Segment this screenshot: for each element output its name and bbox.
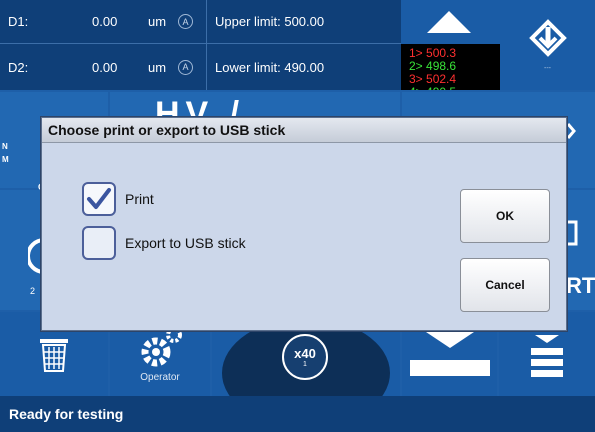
left-partial-text-1: N bbox=[2, 142, 8, 151]
upper-limit-text: Upper limit: 500.00 bbox=[215, 14, 325, 29]
stack-menu-icon bbox=[531, 335, 563, 377]
checkmark-icon bbox=[87, 188, 111, 209]
d1-value: 0.00 bbox=[92, 14, 118, 29]
move-button[interactable]: --- bbox=[500, 0, 595, 90]
start-partial-text: RT bbox=[566, 273, 595, 298]
start-partial-icon bbox=[566, 220, 578, 246]
d1-readout: D1: 0.00 um A bbox=[0, 0, 207, 44]
magnification-value: x40 bbox=[294, 346, 316, 361]
d1-unit: um bbox=[148, 14, 167, 29]
move-icon bbox=[528, 18, 567, 57]
d2-unit: um bbox=[148, 59, 167, 75]
print-export-dialog: Choose print or export to USB stick Prin… bbox=[41, 117, 567, 331]
chevron-right-icon bbox=[566, 123, 576, 139]
gears-icon bbox=[141, 326, 182, 366]
print-option[interactable]: Print bbox=[82, 182, 154, 216]
down-arrow-icon bbox=[425, 332, 474, 348]
export-usb-checkbox[interactable] bbox=[82, 226, 116, 260]
ok-button[interactable]: OK bbox=[460, 189, 550, 243]
d2-readout: D2: 0.00 um A bbox=[0, 44, 207, 90]
application-window: D1: 0.00 um A D2: 0.00 um A Upper limit:… bbox=[0, 0, 595, 432]
result-entry: 4> 490.5 bbox=[409, 86, 500, 91]
objective-selector[interactable]: x40 1 bbox=[282, 334, 328, 380]
d2-label: D2: bbox=[8, 59, 29, 75]
dialog-title: Choose print or export to USB stick bbox=[42, 118, 566, 143]
print-checkbox[interactable] bbox=[82, 182, 116, 216]
lower-limit-readout: Lower limit: 490.00 bbox=[207, 44, 401, 90]
d2-value: 0.00 bbox=[92, 59, 118, 75]
export-usb-option-label: Export to USB stick bbox=[125, 235, 246, 251]
upper-limit-readout: Upper limit: 500.00 bbox=[207, 0, 401, 44]
d2-indicator-icon: A bbox=[178, 59, 193, 75]
export-usb-option[interactable]: Export to USB stick bbox=[82, 226, 246, 260]
d1-indicator-icon: A bbox=[178, 14, 193, 29]
operator-label: Operator bbox=[140, 371, 180, 383]
move-button-label: --- bbox=[544, 64, 551, 72]
magnification-index: 1 bbox=[303, 361, 307, 368]
status-text: Ready for testing bbox=[9, 406, 124, 422]
print-option-label: Print bbox=[125, 191, 154, 207]
down-bar-icon bbox=[409, 360, 490, 376]
left-partial-text-2: M bbox=[2, 155, 9, 164]
up-arrow-icon bbox=[427, 11, 471, 33]
up-button[interactable] bbox=[401, 0, 500, 44]
cancel-button[interactable]: Cancel bbox=[460, 258, 550, 312]
results-list: 1> 500.32> 498.63> 502.44> 490.5 bbox=[401, 44, 500, 90]
d1-label: D1: bbox=[8, 14, 29, 29]
status-bar: Ready for testing bbox=[0, 396, 595, 432]
left-partial-text-4: 2 bbox=[30, 286, 36, 296]
lower-limit-text: Lower limit: 490.00 bbox=[215, 59, 325, 75]
trash-icon bbox=[40, 339, 68, 372]
